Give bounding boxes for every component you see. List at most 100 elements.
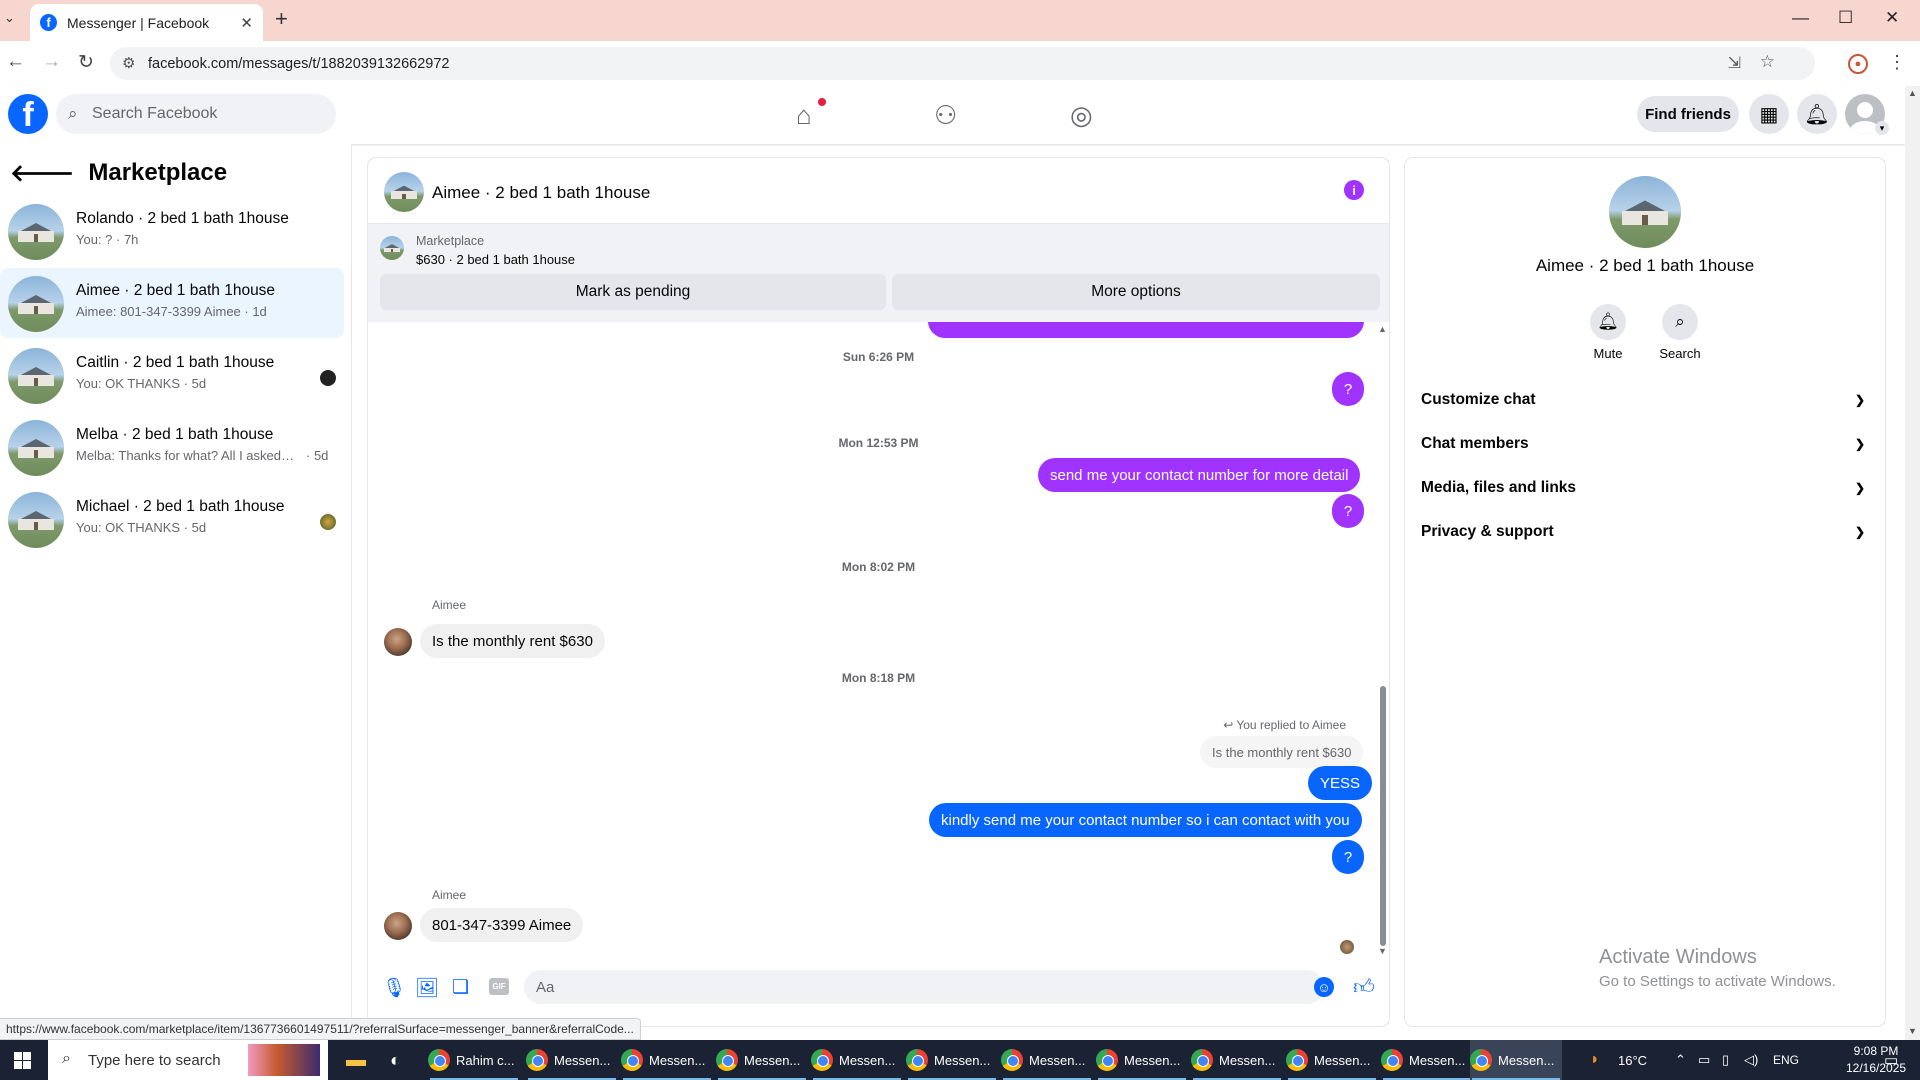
conversation-item[interactable]: Rolando · 2 bed 1 bath 1house You: ? · 7… [0, 196, 344, 266]
taskbar-app[interactable]: Messen... [1286, 1040, 1378, 1080]
customize-chat-section[interactable]: Customize chat ❯ [1421, 382, 1869, 418]
temperature[interactable]: 16°C [1618, 1040, 1647, 1080]
volume-icon[interactable]: ◁) [1744, 1040, 1758, 1080]
tab-search-chevron-icon[interactable]: ⌄ [4, 10, 15, 26]
scrollbar-thumb[interactable] [1380, 686, 1386, 946]
message-input[interactable]: Aa [524, 970, 1324, 1004]
scroll-up-icon[interactable]: ▲ [1908, 88, 1917, 98]
chat-thumbnail[interactable] [384, 172, 424, 212]
sticker-icon[interactable]: ❏ [452, 976, 469, 999]
chrome-icon [906, 1049, 928, 1071]
page-scrollbar[interactable]: ▲ ▼ [1905, 86, 1920, 1040]
message-bubble[interactable]: ? [1332, 494, 1364, 528]
taskbar-app[interactable]: Rahim c... [428, 1040, 520, 1080]
message-bubble[interactable]: Is the monthly rent $630 [420, 624, 605, 658]
pinned-app-icon[interactable]: ◐ [390, 1040, 401, 1080]
bookmark-star-icon[interactable]: ☆ [1760, 52, 1775, 72]
conversation-item[interactable]: Aimee · 2 bed 1 bath 1house Aimee: 801-3… [0, 268, 344, 338]
message-bubble[interactable]: ? [1332, 840, 1364, 874]
notification-center-icon[interactable]: ▭ [1884, 1040, 1898, 1080]
taskbar-app[interactable]: Messen... [526, 1040, 618, 1080]
quoted-message[interactable]: Is the monthly rent $630 [1200, 736, 1364, 768]
scroll-up-icon[interactable]: ▲ [1378, 324, 1387, 334]
photo-icon[interactable]: 🖼︎ [415, 976, 439, 1000]
browser-menu-icon[interactable]: ⋮ [1888, 52, 1906, 73]
language-indicator[interactable]: ENG [1773, 1040, 1799, 1080]
back-arrow-icon[interactable]: 🡐 [10, 158, 74, 188]
taskbar-search-input[interactable]: ⌕ Type here to search [48, 1040, 328, 1080]
taskbar-app[interactable]: Messen... [906, 1040, 998, 1080]
browser-profile-icon[interactable]: ● [1848, 54, 1868, 74]
conversation-item[interactable]: Caitlin · 2 bed 1 bath 1house You: OK TH… [0, 340, 344, 410]
install-app-icon[interactable]: ⇲ [1728, 53, 1741, 73]
media-files-links-section[interactable]: Media, files and links ❯ [1421, 470, 1869, 506]
address-bar-row: ← → ↻ ⚙ facebook.com/messages/t/18820391… [0, 41, 1920, 86]
listing-avatar[interactable] [1609, 176, 1681, 248]
windows-start-icon[interactable] [14, 1052, 31, 1069]
taskbar-app[interactable]: Messen... [811, 1040, 903, 1080]
menu-grid-icon[interactable]: ▦ [1749, 94, 1789, 134]
home-icon[interactable]: ⌂ [796, 100, 812, 131]
minimize-icon[interactable]: — [1792, 8, 1809, 28]
mute-button[interactable]: 🔔︎ Mute [1573, 304, 1643, 361]
activate-windows-watermark: Activate Windows Go to Settings to activ… [1599, 946, 1836, 990]
windows-taskbar: ⌕ Type here to search ▬ ◐ Rahim c... Mes… [0, 1040, 1920, 1080]
message-bubble[interactable]: send me your contact number for more det… [1038, 458, 1361, 492]
gif-icon[interactable]: GIF [489, 978, 509, 995]
taskbar-app[interactable]: Messen... [1096, 1040, 1188, 1080]
taskbar-app-active[interactable]: Messen... [1470, 1040, 1562, 1080]
url-field[interactable]: ⚙ facebook.com/messages/t/18820391326629… [110, 47, 1815, 80]
facebook-search-input[interactable]: ⌕ Search Facebook [56, 94, 336, 134]
maximize-icon[interactable]: ☐ [1838, 8, 1853, 28]
friends-icon[interactable]: ⚇ [934, 100, 957, 131]
taskbar-app[interactable]: Messen... [716, 1040, 808, 1080]
network-icon[interactable]: ▭ [1698, 1040, 1710, 1080]
message-bubble[interactable]: ? [1332, 372, 1364, 406]
new-tab-icon[interactable]: + [275, 6, 288, 32]
find-friends-button[interactable]: Find friends [1637, 96, 1739, 132]
banner-listing[interactable]: $630 · 2 bed 1 bath 1house [416, 252, 575, 267]
reload-icon[interactable]: ↻ [78, 51, 94, 74]
notifications-bell-icon[interactable]: 🔔︎ [1797, 94, 1837, 134]
conversation-item[interactable]: Melba · 2 bed 1 bath 1house Melba: Thank… [0, 412, 344, 482]
message-bubble[interactable]: YESS [1308, 766, 1373, 800]
back-icon[interactable]: ← [6, 51, 25, 73]
sender-avatar[interactable] [384, 628, 412, 656]
privacy-support-section[interactable]: Privacy & support ❯ [1421, 514, 1869, 550]
browser-tab[interactable]: f Messenger | Facebook ✕ [30, 4, 263, 41]
taskbar-app[interactable]: Messen... [1381, 1040, 1473, 1080]
file-explorer-icon[interactable]: ▬ [346, 1040, 366, 1080]
search-button[interactable]: ⌕ Search [1645, 304, 1715, 361]
taskbar-app[interactable]: Messen... [1001, 1040, 1093, 1080]
close-window-icon[interactable]: ✕ [1885, 8, 1899, 28]
microphone-icon[interactable]: 🎙︎ [382, 976, 406, 1000]
mark-as-pending-button[interactable]: Mark as pending [380, 274, 886, 310]
weather-icon[interactable]: ◗ [1590, 1040, 1600, 1080]
sender-avatar[interactable] [384, 912, 412, 940]
conversation-item[interactable]: Michael · 2 bed 1 bath 1house You: OK TH… [0, 484, 344, 554]
forward-icon[interactable]: → [42, 51, 61, 73]
account-chevron-icon[interactable]: ▾ [1875, 121, 1889, 135]
taskbar-app[interactable]: Messen... [621, 1040, 713, 1080]
battery-icon[interactable]: ▯ [1722, 1040, 1729, 1080]
groups-icon[interactable]: ◎ [1070, 100, 1093, 131]
scroll-down-icon[interactable]: ▼ [1378, 946, 1387, 956]
scroll-down-icon[interactable]: ▼ [1908, 1026, 1917, 1036]
chat-title[interactable]: Aimee · 2 bed 1 bath 1house [432, 183, 650, 203]
message-bubble[interactable]: kindly send me your contact number so i … [929, 803, 1362, 837]
chrome-icon [1381, 1049, 1403, 1071]
taskbar-app[interactable]: Messen... [1191, 1040, 1283, 1080]
info-icon[interactable]: i [1344, 180, 1364, 200]
facebook-logo-icon[interactable]: f [8, 94, 48, 134]
chat-members-section[interactable]: Chat members ❯ [1421, 426, 1869, 462]
conversation-preview: You: ? · 7h [76, 232, 139, 247]
site-info-icon[interactable]: ⚙ [122, 54, 135, 72]
message-scrollbar[interactable]: ▲ ▼ [1378, 324, 1388, 956]
more-options-button[interactable]: More options [892, 274, 1380, 310]
notification-dot [818, 98, 826, 106]
tab-close-icon[interactable]: ✕ [240, 14, 253, 32]
tray-chevron-icon[interactable]: ⌃ [1675, 1040, 1686, 1080]
emoji-icon[interactable]: ☺ [1314, 977, 1334, 997]
thumbs-up-icon[interactable]: 👍︎ [1353, 974, 1375, 1000]
message-bubble[interactable]: 801-347-3399 Aimee [420, 908, 584, 942]
